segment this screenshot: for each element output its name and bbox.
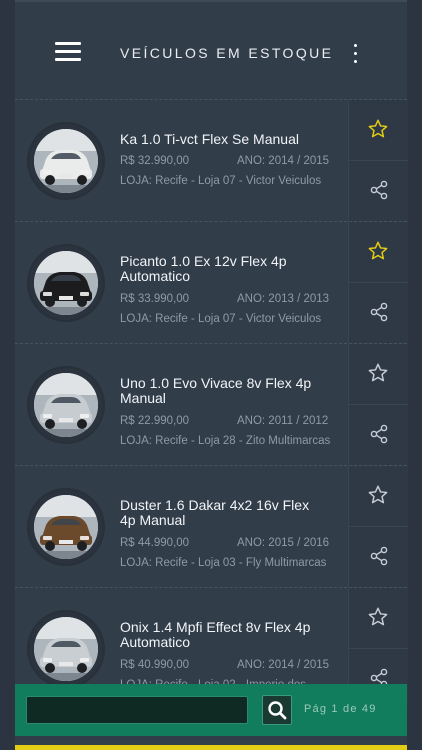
favorite-star-icon[interactable] bbox=[367, 606, 389, 628]
accent-bar bbox=[15, 745, 407, 750]
vehicle-card[interactable]: Uno 1.0 Evo Vivace 8v Flex 4p Manual R$ … bbox=[15, 343, 408, 465]
share-icon[interactable] bbox=[369, 180, 389, 200]
vehicle-list: Ka 1.0 Ti-vct Flex Se Manual R$ 32.990,0… bbox=[15, 99, 408, 709]
vehicle-photo-frame[interactable] bbox=[29, 490, 103, 564]
vehicle-photo-frame[interactable] bbox=[29, 612, 103, 686]
vehicle-store: LOJA: Recife - Loja 03 - Fly Multimarcas bbox=[120, 557, 327, 569]
vehicle-year: ANO: 2011 / 2012 bbox=[237, 415, 329, 427]
favorite-star-icon[interactable] bbox=[367, 484, 389, 506]
vehicle-photo bbox=[34, 251, 98, 315]
vehicle-card[interactable]: Ka 1.0 Ti-vct Flex Se Manual R$ 32.990,0… bbox=[15, 99, 408, 221]
favorite-star-icon[interactable] bbox=[367, 118, 389, 140]
search-input[interactable] bbox=[26, 696, 248, 724]
vehicle-store: LOJA: Recife - Loja 07 - Victor Veiculos bbox=[120, 175, 322, 187]
vehicle-price: R$ 44.990,00 bbox=[120, 537, 190, 549]
vehicle-photo bbox=[34, 617, 98, 681]
vehicle-photo bbox=[34, 129, 98, 193]
vehicle-photo-frame[interactable] bbox=[29, 246, 103, 320]
vehicle-price: R$ 33.990,00 bbox=[120, 293, 190, 305]
search-icon bbox=[268, 701, 287, 720]
favorite-star-icon[interactable] bbox=[367, 240, 389, 262]
card-actions bbox=[348, 100, 408, 221]
pagination-footer: Pág 1 de 49 bbox=[15, 684, 407, 736]
vehicle-year: ANO: 2015 / 2016 bbox=[237, 537, 330, 549]
app-header: VEÍCULOS EM ESTOQUE bbox=[15, 0, 407, 100]
vehicle-year: ANO: 2013 / 2013 bbox=[237, 293, 330, 305]
hamburger-menu-icon[interactable] bbox=[55, 40, 81, 62]
card-actions bbox=[348, 466, 408, 587]
vehicle-name[interactable]: Onix 1.4 Mpfi Effect 8v Flex 4p Automati… bbox=[120, 620, 325, 650]
share-icon[interactable] bbox=[369, 424, 389, 444]
vehicle-card[interactable]: Duster 1.6 Dakar 4x2 16v Flex 4p Manual … bbox=[15, 465, 408, 587]
card-actions bbox=[348, 344, 408, 465]
vehicle-price: R$ 32.990,00 bbox=[120, 155, 190, 167]
vehicle-photo bbox=[34, 495, 98, 559]
vehicle-photo-frame[interactable] bbox=[29, 368, 103, 442]
vehicle-year: ANO: 2014 / 2015 bbox=[237, 155, 330, 167]
share-icon[interactable] bbox=[369, 546, 389, 566]
vehicle-photo bbox=[34, 373, 98, 437]
page-title: VEÍCULOS EM ESTOQUE bbox=[120, 45, 334, 61]
vehicle-price: R$ 22.990,00 bbox=[120, 415, 190, 427]
kebab-more-icon[interactable] bbox=[352, 42, 360, 66]
vehicle-store: LOJA: Recife - Loja 28 - Zito Multimarca… bbox=[120, 435, 331, 447]
vehicle-card[interactable]: Picanto 1.0 Ex 12v Flex 4p Automatico R$… bbox=[15, 221, 408, 343]
vehicle-year: ANO: 2014 / 2015 bbox=[237, 659, 330, 671]
vehicle-name[interactable]: Uno 1.0 Evo Vivace 8v Flex 4p Manual bbox=[120, 376, 325, 406]
vehicle-price: R$ 40.990,00 bbox=[120, 659, 190, 671]
vehicle-store: LOJA: Recife - Loja 07 - Victor Veiculos bbox=[120, 313, 322, 325]
favorite-star-icon[interactable] bbox=[367, 362, 389, 384]
page-indicator: Pág 1 de 49 bbox=[304, 703, 377, 715]
vehicle-name[interactable]: Ka 1.0 Ti-vct Flex Se Manual bbox=[120, 132, 325, 147]
vehicle-name[interactable]: Duster 1.6 Dakar 4x2 16v Flex 4p Manual bbox=[120, 498, 325, 528]
share-icon[interactable] bbox=[369, 302, 389, 322]
vehicle-name[interactable]: Picanto 1.0 Ex 12v Flex 4p Automatico bbox=[120, 254, 325, 284]
card-actions bbox=[348, 222, 408, 343]
search-button[interactable] bbox=[262, 695, 292, 725]
vehicle-photo-frame[interactable] bbox=[29, 124, 103, 198]
